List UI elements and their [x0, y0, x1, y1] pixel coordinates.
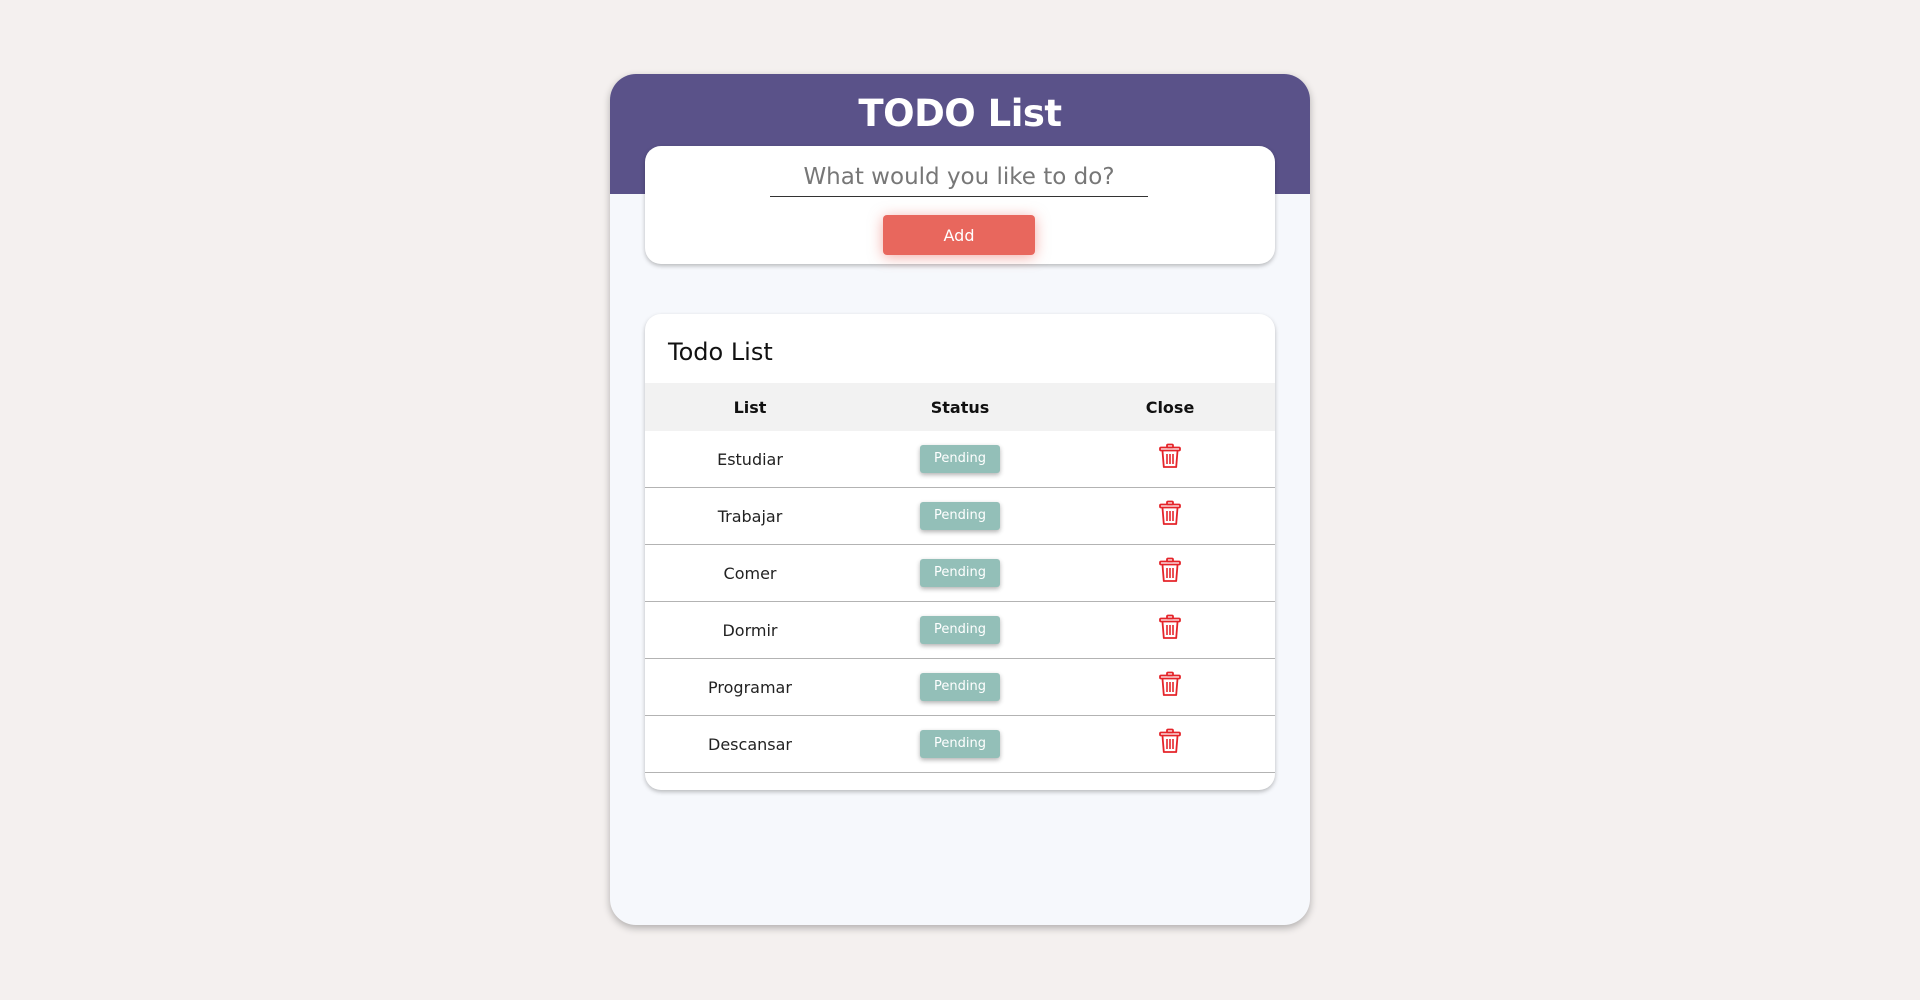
table-row: Dormir Pending: [645, 601, 1275, 659]
task-name: Programar: [645, 658, 855, 716]
add-button[interactable]: Add: [883, 215, 1035, 255]
status-badge[interactable]: Pending: [920, 445, 1000, 473]
close-cell: [1065, 544, 1275, 602]
status-cell: Pending: [855, 658, 1065, 716]
close-cell: [1065, 601, 1275, 659]
table-row: Descansar Pending: [645, 715, 1275, 773]
trash-icon[interactable]: [1158, 557, 1182, 583]
column-header-status: Status: [855, 383, 1065, 431]
status-badge[interactable]: Pending: [920, 673, 1000, 701]
todo-app-card: TODO List Add Todo List List Status Clos…: [610, 74, 1310, 925]
table-row: Estudiar Pending: [645, 431, 1275, 488]
task-name: Trabajar: [645, 487, 855, 545]
task-input[interactable]: [770, 158, 1148, 197]
close-cell: [1065, 487, 1275, 545]
list-heading: Todo List: [668, 338, 773, 366]
trash-icon[interactable]: [1158, 671, 1182, 697]
trash-icon[interactable]: [1158, 614, 1182, 640]
column-header-list: List: [645, 383, 855, 431]
trash-icon[interactable]: [1158, 500, 1182, 526]
status-badge[interactable]: Pending: [920, 730, 1000, 758]
trash-icon[interactable]: [1158, 728, 1182, 754]
table-row: Comer Pending: [645, 544, 1275, 602]
app-title: TODO List: [858, 92, 1062, 135]
trash-icon[interactable]: [1158, 443, 1182, 469]
task-name: Dormir: [645, 601, 855, 659]
task-name: Comer: [645, 544, 855, 602]
status-badge[interactable]: Pending: [920, 616, 1000, 644]
status-cell: Pending: [855, 487, 1065, 545]
status-cell: Pending: [855, 715, 1065, 773]
status-cell: Pending: [855, 431, 1065, 488]
status-cell: Pending: [855, 601, 1065, 659]
column-header-close: Close: [1065, 383, 1275, 431]
todo-rows: Estudiar Pending Trabajar Pending Comer …: [645, 431, 1275, 773]
table-row: Programar Pending: [645, 658, 1275, 716]
todo-table: List Status Close Estudiar Pending Traba…: [645, 383, 1275, 773]
close-cell: [1065, 431, 1275, 488]
task-name: Estudiar: [645, 431, 855, 488]
status-badge[interactable]: Pending: [920, 559, 1000, 587]
table-row: Trabajar Pending: [645, 487, 1275, 545]
close-cell: [1065, 715, 1275, 773]
close-cell: [1065, 658, 1275, 716]
status-badge[interactable]: Pending: [920, 502, 1000, 530]
table-header-row: List Status Close: [645, 383, 1275, 431]
task-name: Descansar: [645, 715, 855, 773]
todo-list-panel: Todo List List Status Close Estudiar Pen…: [645, 314, 1275, 790]
status-cell: Pending: [855, 544, 1065, 602]
input-panel: Add: [645, 146, 1275, 264]
